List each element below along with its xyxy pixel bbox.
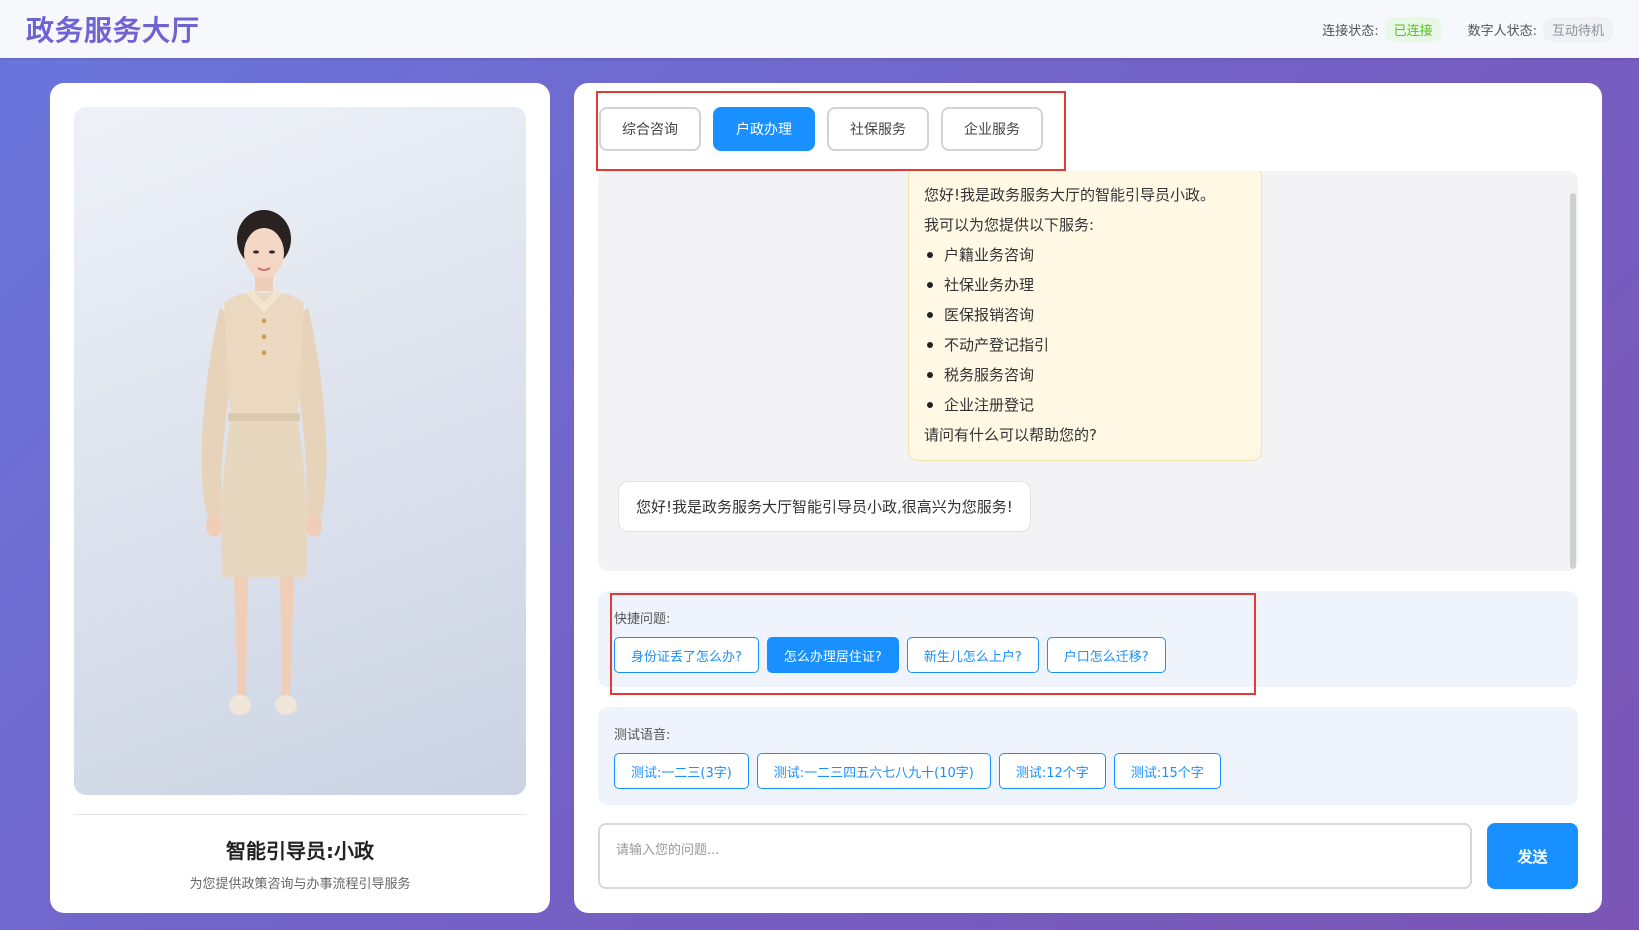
quick-question-button[interactable]: 怎么办理居住证?: [766, 637, 899, 673]
tab-social-security[interactable]: 社保服务: [827, 107, 929, 151]
bot-intro: 我可以为您提供以下服务:: [924, 216, 1095, 234]
service-list: 户籍业务咨询 社保业务办理 医保报销咨询 不动产登记指引 税务服务咨询 企业注册…: [924, 240, 1246, 420]
service-item: 企业注册登记: [924, 390, 1246, 420]
bot-message: 您好!我是政务服务大厅的智能引导员小政。 我可以为您提供以下服务: 户籍业务咨询…: [908, 171, 1262, 461]
divider: [74, 814, 526, 815]
assistant-welcome-message: 您好!我是政务服务大厅智能引导员小政,很高兴为您服务!: [618, 481, 1031, 532]
digital-human-figure: [201, 210, 327, 715]
voice-test-button[interactable]: 测试:一二三(3字): [614, 753, 749, 789]
avatar-status-badge: 互动待机: [1542, 16, 1613, 42]
service-item: 税务服务咨询: [924, 360, 1246, 390]
bot-closing: 请问有什么可以帮助您的?: [924, 426, 1097, 444]
chat-scrollbar[interactable]: [1570, 193, 1576, 569]
quick-questions-panel: 快捷问题: 身份证丢了怎么办? 怎么办理居住证? 新生儿怎么上户? 户口怎么迁移…: [598, 591, 1578, 687]
quick-questions-row: 身份证丢了怎么办? 怎么办理居住证? 新生儿怎么上户? 户口怎么迁移?: [614, 637, 1166, 673]
top-bar: 政务服务大厅 连接状态: 已连接 数字人状态: 互动待机: [0, 0, 1639, 58]
question-input[interactable]: [598, 823, 1472, 889]
service-item: 不动产登记指引: [924, 330, 1246, 360]
service-item: 社保业务办理: [924, 270, 1246, 300]
quick-question-button[interactable]: 身份证丢了怎么办?: [614, 637, 759, 673]
tab-enterprise[interactable]: 企业服务: [941, 107, 1043, 151]
chat-messages[interactable]: 您好!我是政务服务大厅的智能引导员小政。 我可以为您提供以下服务: 户籍业务咨询…: [598, 171, 1578, 571]
service-item: 户籍业务咨询: [924, 240, 1246, 270]
connection-status-label: 连接状态:: [1322, 23, 1379, 39]
voice-test-button[interactable]: 测试:15个字: [1113, 753, 1221, 789]
quick-question-button[interactable]: 户口怎么迁移?: [1046, 637, 1166, 673]
bot-greeting: 您好!我是政务服务大厅的智能引导员小政。: [924, 186, 1216, 204]
send-button[interactable]: 发送: [1487, 823, 1578, 889]
chat-panel: 综合咨询 户政办理 社保服务 企业服务 您好!我是政务服务大厅的智能引导员小政。…: [574, 83, 1602, 913]
tab-household[interactable]: 户政办理: [713, 107, 815, 151]
voice-test-panel: 测试语音: 测试:一二三(3字) 测试:一二三四五六七八九十(10字) 测试:1…: [598, 707, 1578, 805]
guide-description: 为您提供政策咨询与办事流程引导服务: [189, 877, 411, 892]
category-tabs: 综合咨询 户政办理 社保服务 企业服务: [599, 107, 1043, 151]
voice-test-label: 测试语音:: [614, 728, 671, 743]
service-item: 医保报销咨询: [924, 300, 1246, 330]
quick-questions-label: 快捷问题:: [614, 612, 671, 627]
voice-test-row: 测试:一二三(3字) 测试:一二三四五六七八九十(10字) 测试:12个字 测试…: [614, 753, 1221, 789]
app-title: 政务服务大厅: [26, 14, 201, 47]
avatar-panel: 智能引导员:小政 为您提供政策咨询与办事流程引导服务: [50, 83, 550, 913]
voice-test-button[interactable]: 测试:12个字: [998, 753, 1106, 789]
connection-status-badge: 已连接: [1384, 16, 1442, 42]
status-area: 连接状态: 已连接 数字人状态: 互动待机: [1322, 16, 1613, 42]
guide-name: 智能引导员:小政: [226, 839, 374, 863]
quick-question-button[interactable]: 新生儿怎么上户?: [906, 637, 1039, 673]
digital-human-view: [74, 107, 526, 795]
tab-general[interactable]: 综合咨询: [599, 107, 701, 151]
voice-test-button[interactable]: 测试:一二三四五六七八九十(10字): [756, 753, 991, 789]
avatar-status-label: 数字人状态:: [1467, 23, 1537, 39]
